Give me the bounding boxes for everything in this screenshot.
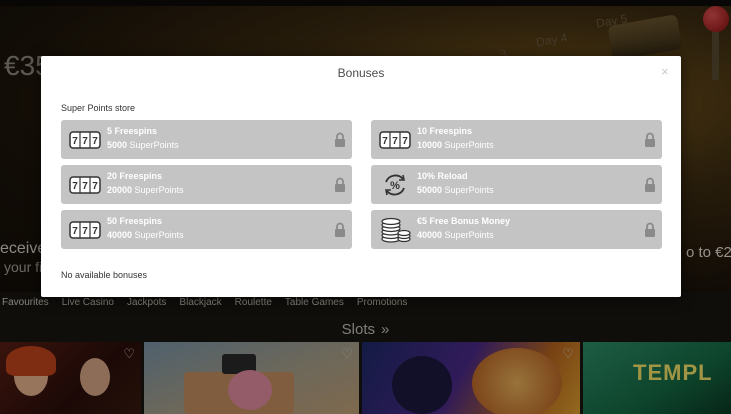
coin-stack-icon — [381, 217, 411, 243]
bonus-cost-unit: SuperPoints — [134, 230, 184, 240]
svg-text:7: 7 — [82, 136, 88, 147]
bonus-cost-amount: 10000 — [417, 140, 443, 150]
lock-icon — [335, 177, 345, 192]
super-points-store-label: Super Points store — [61, 103, 136, 113]
lock-icon — [645, 222, 655, 237]
slot-reels-icon: 7 7 7 — [69, 221, 101, 239]
no-bonuses-message: No available bonuses — [61, 270, 148, 280]
bonus-card-10-freespins[interactable]: 7 7 7 10 Freespins 10000 SuperPoints — [371, 120, 662, 159]
lock-icon — [645, 177, 655, 192]
svg-text:7: 7 — [72, 181, 78, 192]
bonus-card-free-bonus-money[interactable]: €5 Free Bonus Money 40000 SuperPoints — [371, 210, 662, 249]
close-icon[interactable]: × — [661, 64, 669, 79]
slot-reels-icon: 7 7 7 — [69, 131, 101, 149]
bonuses-modal: Bonuses × Super Points store 7 7 7 5 Fre… — [41, 56, 681, 297]
bonus-cost-unit: SuperPoints — [129, 140, 179, 150]
bonus-card-50-freespins[interactable]: 7 7 7 50 Freespins 40000 SuperPoints — [61, 210, 352, 249]
bonus-cost: 40000 SuperPoints — [417, 230, 494, 240]
slot-reels-icon: 7 7 7 — [69, 176, 101, 194]
bonus-cost-unit: SuperPoints — [444, 230, 494, 240]
svg-text:7: 7 — [82, 181, 88, 192]
bonus-title: €5 Free Bonus Money — [417, 216, 511, 226]
bonus-cost: 20000 SuperPoints — [107, 185, 184, 195]
bonus-cost-unit: SuperPoints — [444, 185, 494, 195]
svg-text:%: % — [390, 180, 400, 192]
svg-text:7: 7 — [82, 226, 88, 237]
bonus-cost-amount: 40000 — [417, 230, 443, 240]
svg-text:7: 7 — [92, 181, 98, 192]
bonus-card-10-percent-reload[interactable]: % 10% Reload 50000 SuperPoints — [371, 165, 662, 204]
bonus-cost-amount: 20000 — [107, 185, 133, 195]
lock-icon — [335, 222, 345, 237]
bonus-cost-unit: SuperPoints — [444, 140, 494, 150]
bonus-cost-amount: 5000 — [107, 140, 128, 150]
bonus-title: 20 Freespins — [107, 171, 163, 181]
svg-text:7: 7 — [72, 136, 78, 147]
svg-text:7: 7 — [392, 136, 398, 147]
bonus-cost-unit: SuperPoints — [134, 185, 184, 195]
slot-reels-icon: 7 7 7 — [379, 131, 411, 149]
bonus-cost: 5000 SuperPoints — [107, 140, 179, 150]
lock-icon — [335, 132, 345, 147]
bonus-title: 5 Freespins — [107, 126, 158, 136]
bonus-cost: 50000 SuperPoints — [417, 185, 494, 195]
svg-text:7: 7 — [92, 136, 98, 147]
bonus-cost-amount: 50000 — [417, 185, 443, 195]
bonus-title: 10 Freespins — [417, 126, 473, 136]
bonus-title: 10% Reload — [417, 171, 468, 181]
bonus-card-5-freespins[interactable]: 7 7 7 5 Freespins 5000 SuperPoints — [61, 120, 352, 159]
bonus-cost: 40000 SuperPoints — [107, 230, 184, 240]
percent-reload-icon: % — [385, 174, 405, 196]
bonus-card-20-freespins[interactable]: 7 7 7 20 Freespins 20000 SuperPoints — [61, 165, 352, 204]
svg-text:7: 7 — [72, 226, 78, 237]
bonus-title: 50 Freespins — [107, 216, 163, 226]
modal-title: Bonuses — [337, 66, 385, 80]
bonus-cost-amount: 40000 — [107, 230, 133, 240]
svg-text:7: 7 — [92, 226, 98, 237]
svg-text:7: 7 — [402, 136, 408, 147]
svg-text:7: 7 — [382, 136, 388, 147]
lock-icon — [645, 132, 655, 147]
bonus-cost: 10000 SuperPoints — [417, 140, 494, 150]
